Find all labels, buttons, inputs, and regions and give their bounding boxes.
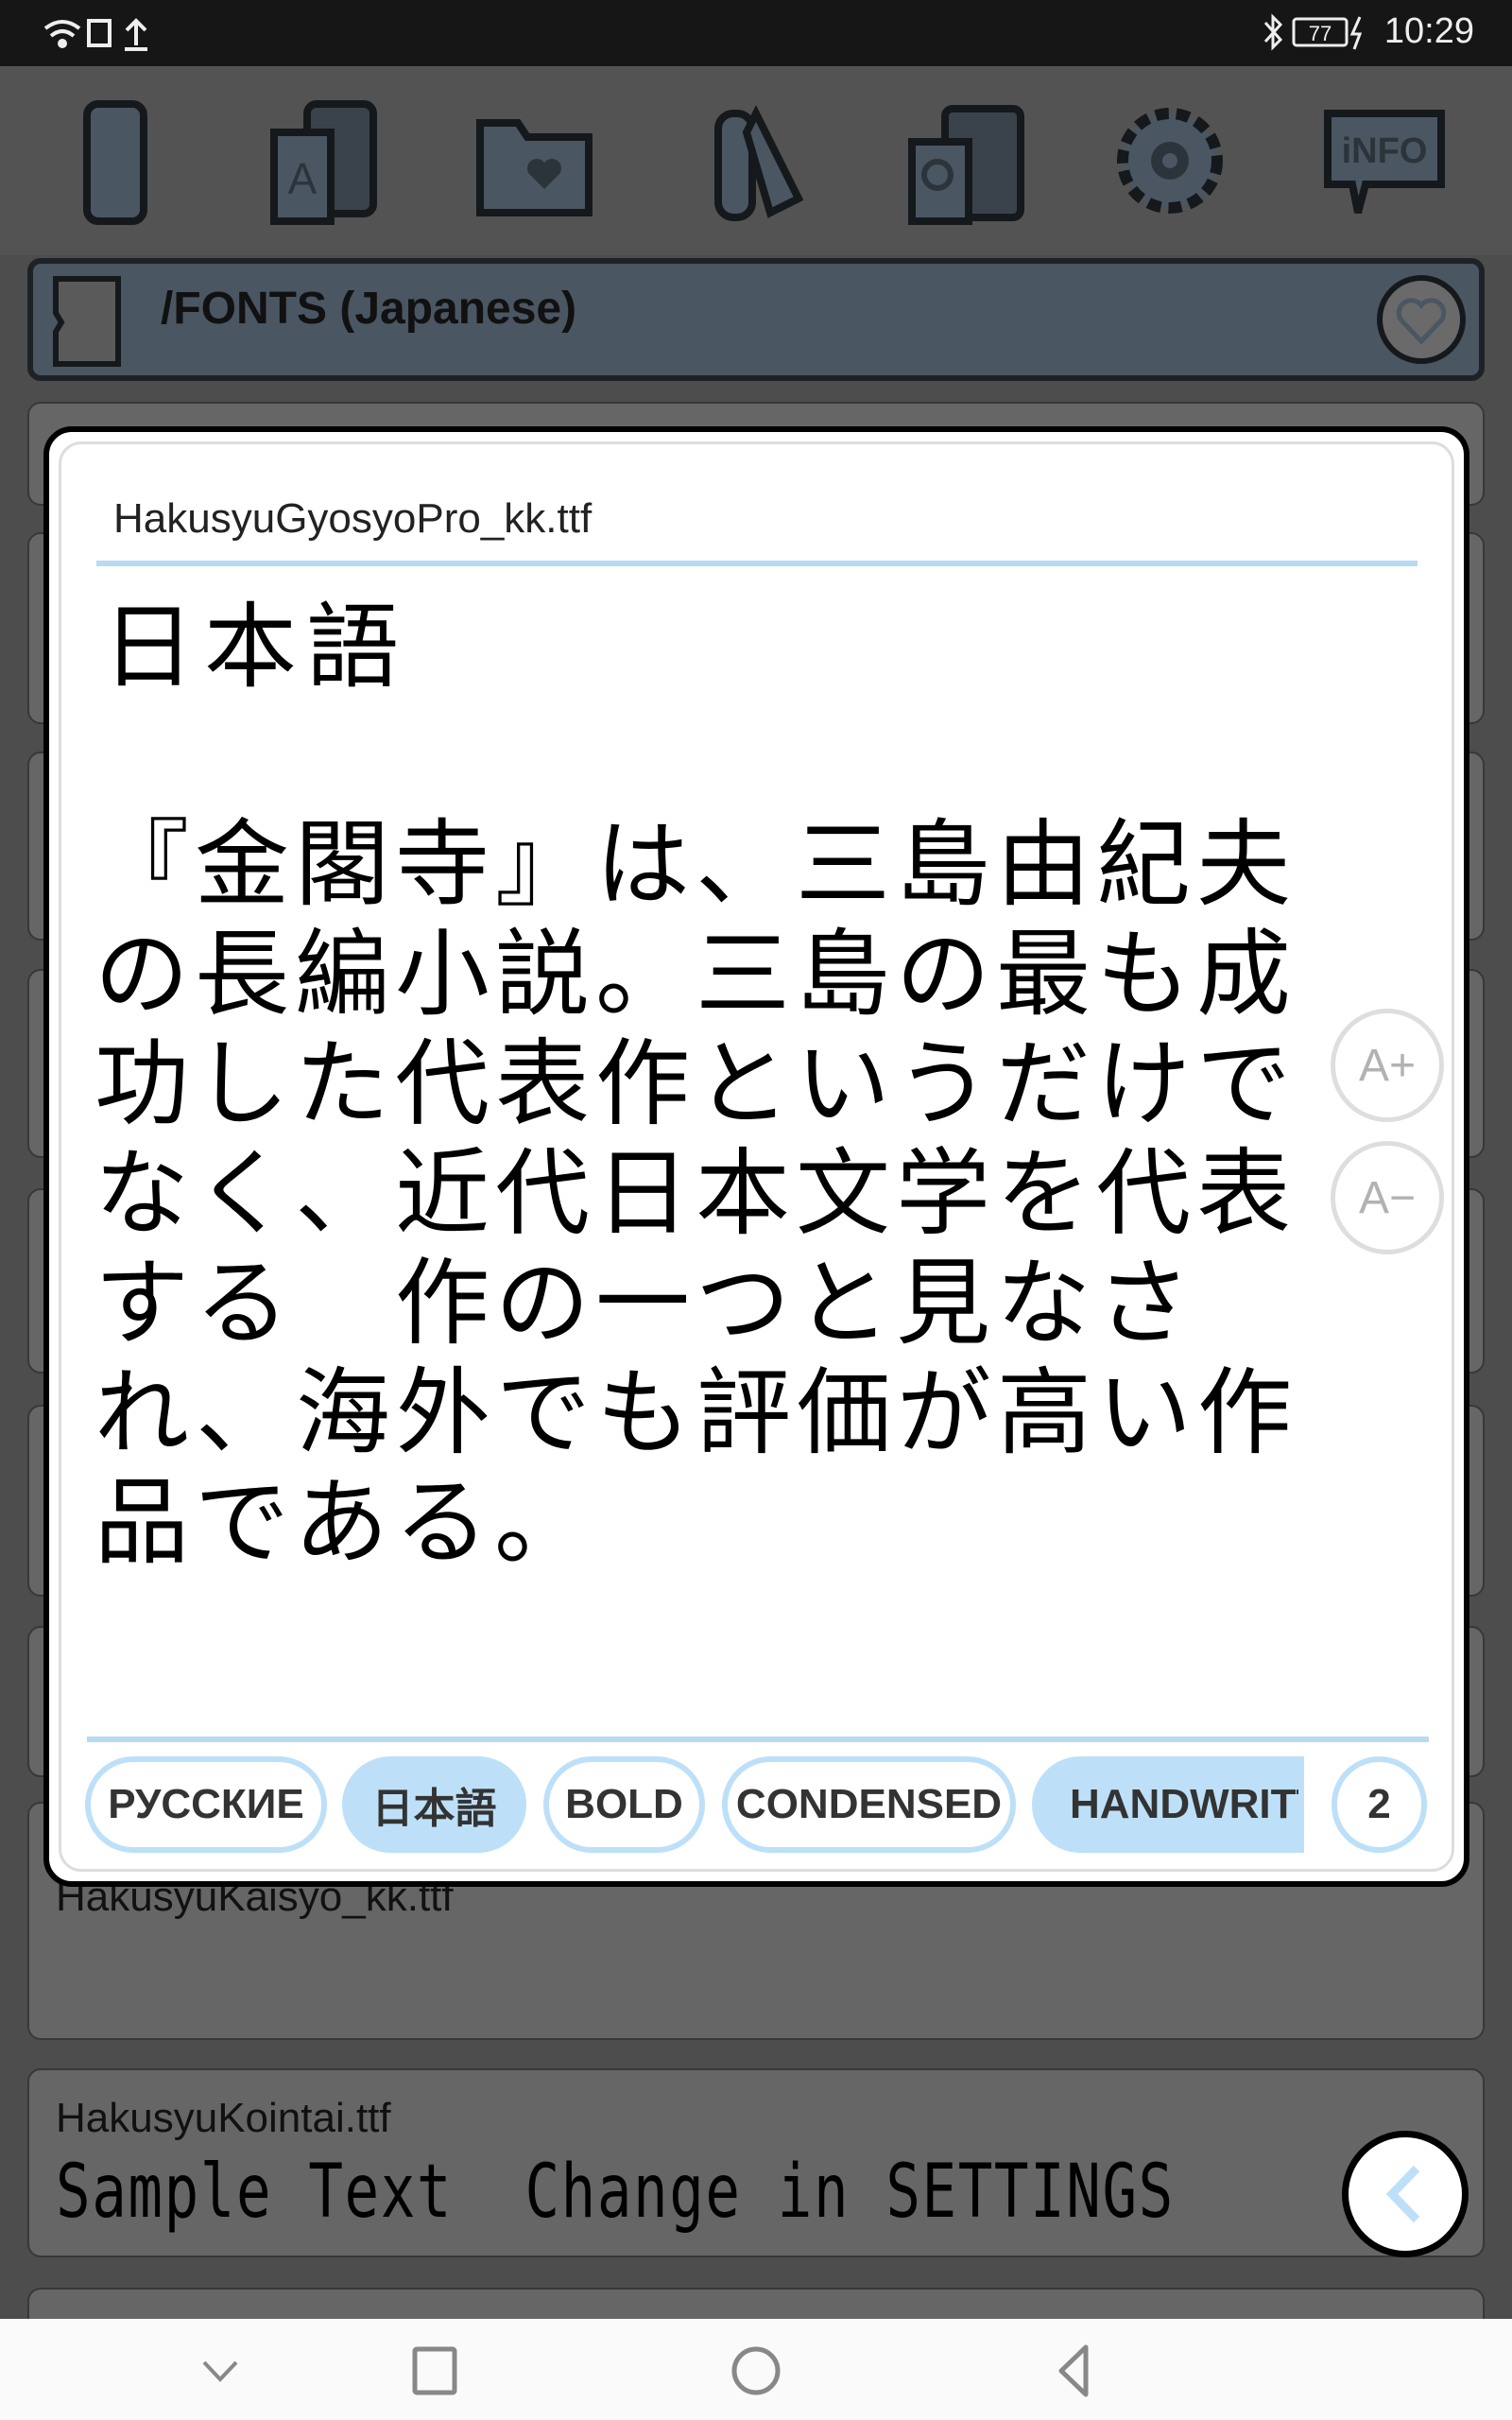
zoom-in-button[interactable]: A+	[1331, 1009, 1444, 1122]
svg-text:iNFO: iNFO	[1342, 131, 1428, 171]
font-filename: HakusyuKointai.ttf	[56, 2095, 391, 2141]
chip-handwritten[interactable]: HANDWRITTEN	[1032, 1756, 1304, 1853]
path-label: /FONTS (Japanese)	[161, 284, 577, 334]
font-preview-dialog: HakusyuGyosyoPro_kk.ttf 日本語 『金閣寺』は、三島由紀夫…	[43, 426, 1469, 1887]
list-item[interactable]: HakusyuKointai.ttf Sample Text Change in…	[27, 2068, 1485, 2257]
font-device-icon[interactable]: A	[255, 95, 387, 227]
favorite-folder-icon[interactable]	[471, 95, 603, 227]
chip-page-2[interactable]: 2	[1332, 1756, 1427, 1853]
preview-line: する 作の一つと見なさ	[94, 1248, 1196, 1358]
tags-icon[interactable]	[690, 95, 822, 227]
chip-condensed[interactable]: CONDENSED	[722, 1756, 1016, 1853]
preview-line: 品である。	[94, 1467, 594, 1578]
dialog-filename: HakusyuGyosyoPro_kk.ttf	[113, 495, 593, 542]
recents-icon[interactable]	[402, 2338, 468, 2404]
upload-icon	[125, 18, 147, 51]
charging-icon	[1349, 16, 1363, 50]
home-icon[interactable]	[723, 2338, 789, 2404]
list-item[interactable]	[27, 2288, 1485, 2319]
phone-icon[interactable]	[49, 95, 181, 227]
sd-card-icon	[53, 276, 121, 367]
clock: 10:29	[1383, 11, 1474, 51]
status-icons-right: 77	[1263, 13, 1363, 51]
preview-line: れ、海外でも評価が高い作	[94, 1357, 1297, 1468]
chevron-left-icon	[1385, 2165, 1420, 2223]
sim-icon	[87, 19, 112, 47]
wifi-icon	[43, 20, 81, 30]
preview-line: なく、近代日本文学を代表	[94, 1138, 1297, 1249]
font-sample-text: Sample Text Change in SETTINGS	[56, 2150, 1175, 2235]
heart-icon[interactable]	[1375, 273, 1468, 366]
zoom-out-button[interactable]: A−	[1331, 1141, 1444, 1254]
preview-line: の長編小説。三島の最も成	[94, 919, 1297, 1029]
collapse-button[interactable]	[1342, 2131, 1469, 2257]
chip-bold[interactable]: BOLD	[543, 1756, 705, 1853]
preview-line: 『金閣寺』は、三島由紀夫	[94, 809, 1297, 920]
info-icon[interactable]: iNFO	[1318, 95, 1451, 227]
gear-icon[interactable]	[1104, 95, 1236, 227]
divider	[87, 1737, 1429, 1742]
chip-russian[interactable]: РУССКИЕ	[85, 1756, 327, 1853]
divider	[96, 561, 1418, 566]
back-icon[interactable]	[1042, 2338, 1108, 2404]
svg-text:A: A	[288, 154, 318, 203]
status-icons-left	[43, 18, 147, 51]
hide-nav-icon[interactable]	[187, 2338, 253, 2404]
status-bar: 77 10:29	[0, 0, 1512, 66]
bluetooth-icon	[1263, 13, 1283, 51]
preview-title: 日本語	[102, 594, 409, 701]
search-list-icon[interactable]	[898, 95, 1030, 227]
navigation-bar	[0, 2319, 1512, 2420]
battery-level: 77	[1309, 22, 1332, 45]
chip-japanese[interactable]: 日本語	[342, 1756, 526, 1853]
path-bar[interactable]: /FONTS (Japanese)	[27, 258, 1485, 381]
preview-line: 功した代表作というだけで	[94, 1028, 1297, 1139]
toolbar: A iNFO	[0, 66, 1512, 255]
